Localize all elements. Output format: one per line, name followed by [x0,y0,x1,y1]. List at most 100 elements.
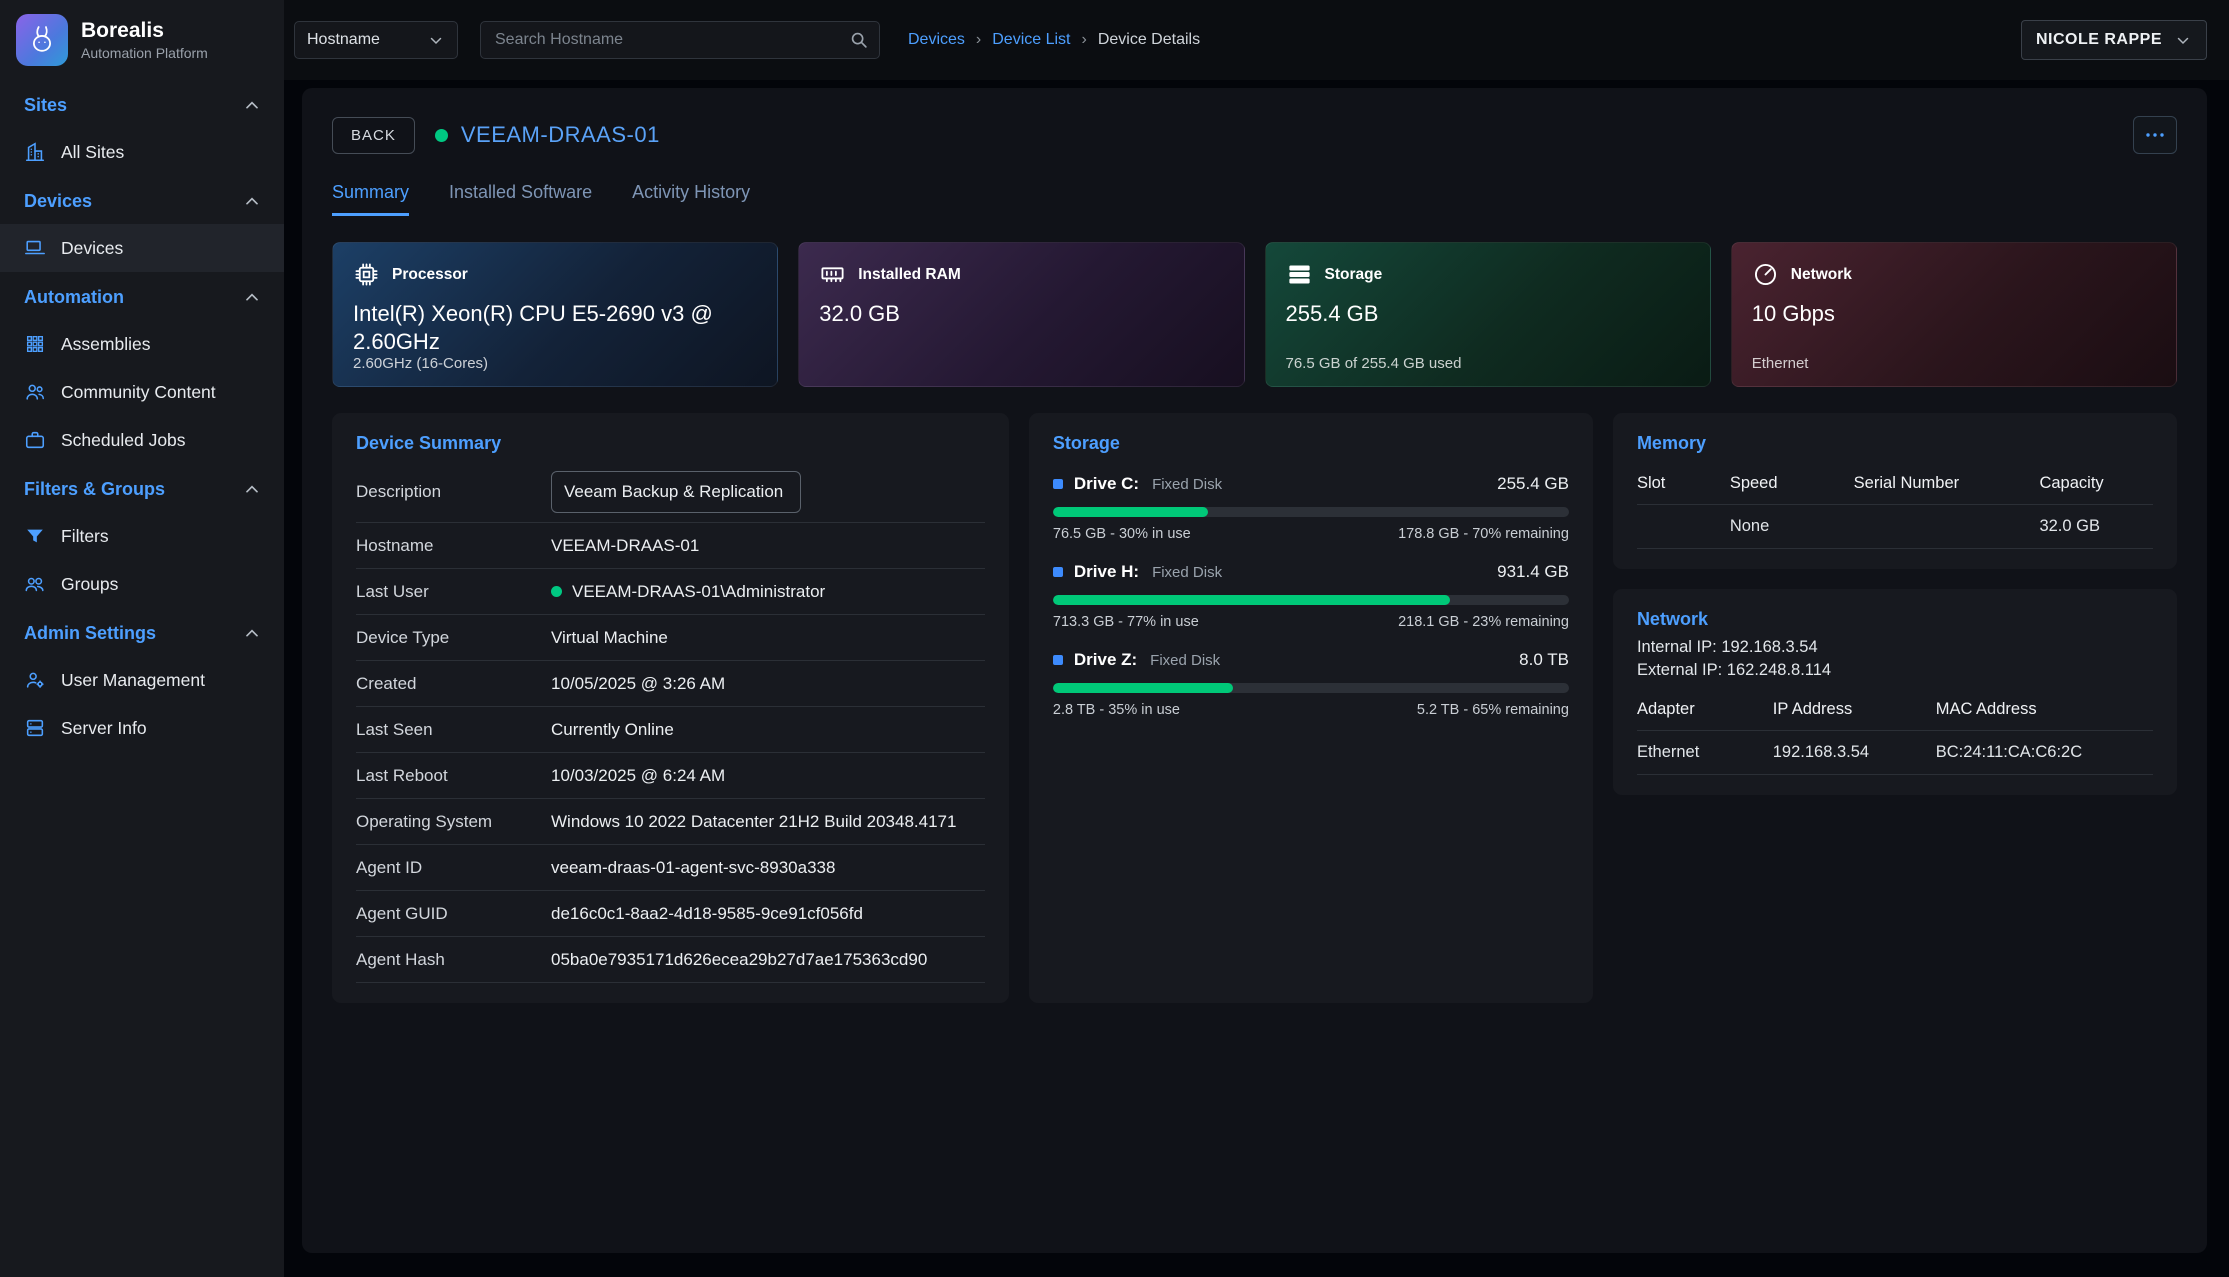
more-actions-button[interactable] [2133,116,2177,154]
drive-usage-bar [1053,683,1569,693]
sidebar-item-label: Filters [61,526,109,547]
user-gear-icon [24,669,46,691]
sidebar-item-devices[interactable]: Devices [0,224,284,272]
drive-usage-bar [1053,595,1569,605]
devices-icon [24,237,46,259]
row-value: 10/03/2025 @ 6:24 AM [551,766,725,786]
panel-title: Storage [1053,433,1569,454]
breadcrumb-device-list[interactable]: Device List [992,31,1070,49]
external-ip: External IP: 162.248.8.114 [1637,661,2153,680]
summary-row-agent-guid: Agent GUID de16c0c1-8aa2-4d18-9585-9ce91… [356,891,985,937]
summary-row-agent-id: Agent ID veeam-draas-01-agent-svc-8930a3… [356,845,985,891]
stat-value: 10 Gbps [1752,300,2132,328]
stat-card-installed-ram: Installed RAM 32.0 GB [798,242,1244,387]
breadcrumb-devices[interactable]: Devices [908,31,965,49]
device-details-panel: BACK VEEAM-DRAAS-01 Summary Installed So… [302,88,2207,1253]
description-input[interactable] [551,471,801,513]
row-value: 05ba0e7935171d626ecea29b27d7ae175363cd90 [551,950,927,970]
row-label: Agent Hash [356,950,551,970]
column-header: Serial Number [1854,462,2040,504]
device-summary-panel: Device Summary Description Hostname VEEA… [332,413,1009,1003]
sidebar-item-scheduled-jobs[interactable]: Scheduled Jobs [0,416,284,464]
drive-name: Drive H: [1074,562,1139,582]
column-header: Slot [1637,462,1730,504]
chevron-up-icon [242,480,262,500]
stat-card-network: Network 10 Gbps Ethernet [1731,242,2177,387]
chevron-down-icon [427,31,445,49]
search-icon[interactable] [848,29,870,51]
sidebar-item-assemblies[interactable]: Assemblies [0,320,284,368]
stat-card-storage: Storage 255.4 GB 76.5 GB of 255.4 GB use… [1265,242,1711,387]
row-label: Last Seen [356,720,551,740]
sidebar-section-filters-groups[interactable]: Filters & Groups [0,464,284,512]
sidebar-section-devices[interactable]: Devices [0,176,284,224]
tab-installed-software[interactable]: Installed Software [449,182,592,216]
row-label: Last User [356,582,551,602]
stat-title: Processor [392,266,468,284]
sidebar-item-server-info[interactable]: Server Info [0,704,284,752]
search-box [480,21,880,59]
community-people-icon [24,381,46,403]
section-label: Admin Settings [24,623,156,644]
drive-size: 8.0 TB [1519,650,1569,670]
sidebar-item-community-content[interactable]: Community Content [0,368,284,416]
memory-panel: Memory Slot Speed Serial Number Capacity… [1613,413,2177,569]
drive-name: Drive Z: [1074,650,1137,670]
summary-row-hostname: Hostname VEEAM-DRAAS-01 [356,523,985,569]
device-header: BACK VEEAM-DRAAS-01 [332,116,2177,154]
sidebar-item-user-management[interactable]: User Management [0,656,284,704]
hostname-filter-dropdown[interactable]: Hostname [294,21,458,59]
breadcrumb-separator: › [1081,31,1086,49]
sidebar-item-all-sites[interactable]: All Sites [0,128,284,176]
column-header: Speed [1730,462,1854,504]
drive-type: Fixed Disk [1152,476,1222,493]
row-value: VEEAM-DRAAS-01\Administrator [572,582,825,602]
memory-table: Slot Speed Serial Number Capacity None 3… [1637,462,2153,549]
drive-name: Drive C: [1074,474,1139,494]
summary-row-created: Created 10/05/2025 @ 3:26 AM [356,661,985,707]
section-label: Filters & Groups [24,479,165,500]
sidebar-section-admin-settings[interactable]: Admin Settings [0,608,284,656]
row-value: Currently Online [551,720,674,740]
chevron-up-icon [242,288,262,308]
drive-bullet-icon [1053,655,1063,665]
drive-remaining: 218.1 GB - 23% remaining [1398,614,1569,630]
network-gauge-icon [1752,261,1779,288]
cpu-icon [353,261,380,288]
online-status-dot [435,129,448,142]
drive-type: Fixed Disk [1152,564,1222,581]
tab-activity-history[interactable]: Activity History [632,182,750,216]
row-label: Description [356,482,551,502]
online-status-dot [551,586,562,597]
device-tabs: Summary Installed Software Activity Hist… [332,182,2177,216]
memory-serial [1854,504,2040,549]
sidebar-section-automation[interactable]: Automation [0,272,284,320]
chevron-up-icon [242,96,262,116]
summary-row-operating-system: Operating System Windows 10 2022 Datacen… [356,799,985,845]
tab-summary[interactable]: Summary [332,182,409,216]
sidebar-item-label: Community Content [61,382,216,403]
network-panel: Network Internal IP: 192.168.3.54 Extern… [1613,589,2177,795]
drive-remaining: 5.2 TB - 65% remaining [1417,702,1569,718]
drive-size: 255.4 GB [1497,474,1569,494]
summary-row-last-seen: Last Seen Currently Online [356,707,985,753]
drive-used: 2.8 TB - 35% in use [1053,702,1180,718]
user-menu-button[interactable]: NICOLE RAPPE [2021,20,2207,60]
summary-row-last-user: Last User VEEAM-DRAAS-01\Administrator [356,569,985,615]
search-input[interactable] [480,21,880,59]
drive-c: Drive C: Fixed Disk 255.4 GB 76.5 GB - 3… [1053,474,1569,542]
sidebar-item-filters[interactable]: Filters [0,512,284,560]
back-button[interactable]: BACK [332,117,415,154]
panel-title: Device Summary [356,433,985,454]
drive-type: Fixed Disk [1150,652,1220,669]
brand[interactable]: Borealis Automation Platform [0,0,284,80]
row-value: de16c0c1-8aa2-4d18-9585-9ce91cf056fd [551,904,863,924]
sidebar-item-groups[interactable]: Groups [0,560,284,608]
section-label: Automation [24,287,124,308]
drive-remaining: 178.8 GB - 70% remaining [1398,526,1569,542]
chevron-up-icon [242,192,262,212]
drive-usage-fill [1053,507,1208,517]
drive-h: Drive H: Fixed Disk 931.4 GB 713.3 GB - … [1053,562,1569,630]
sidebar-section-sites[interactable]: Sites [0,80,284,128]
chevron-up-icon [242,624,262,644]
